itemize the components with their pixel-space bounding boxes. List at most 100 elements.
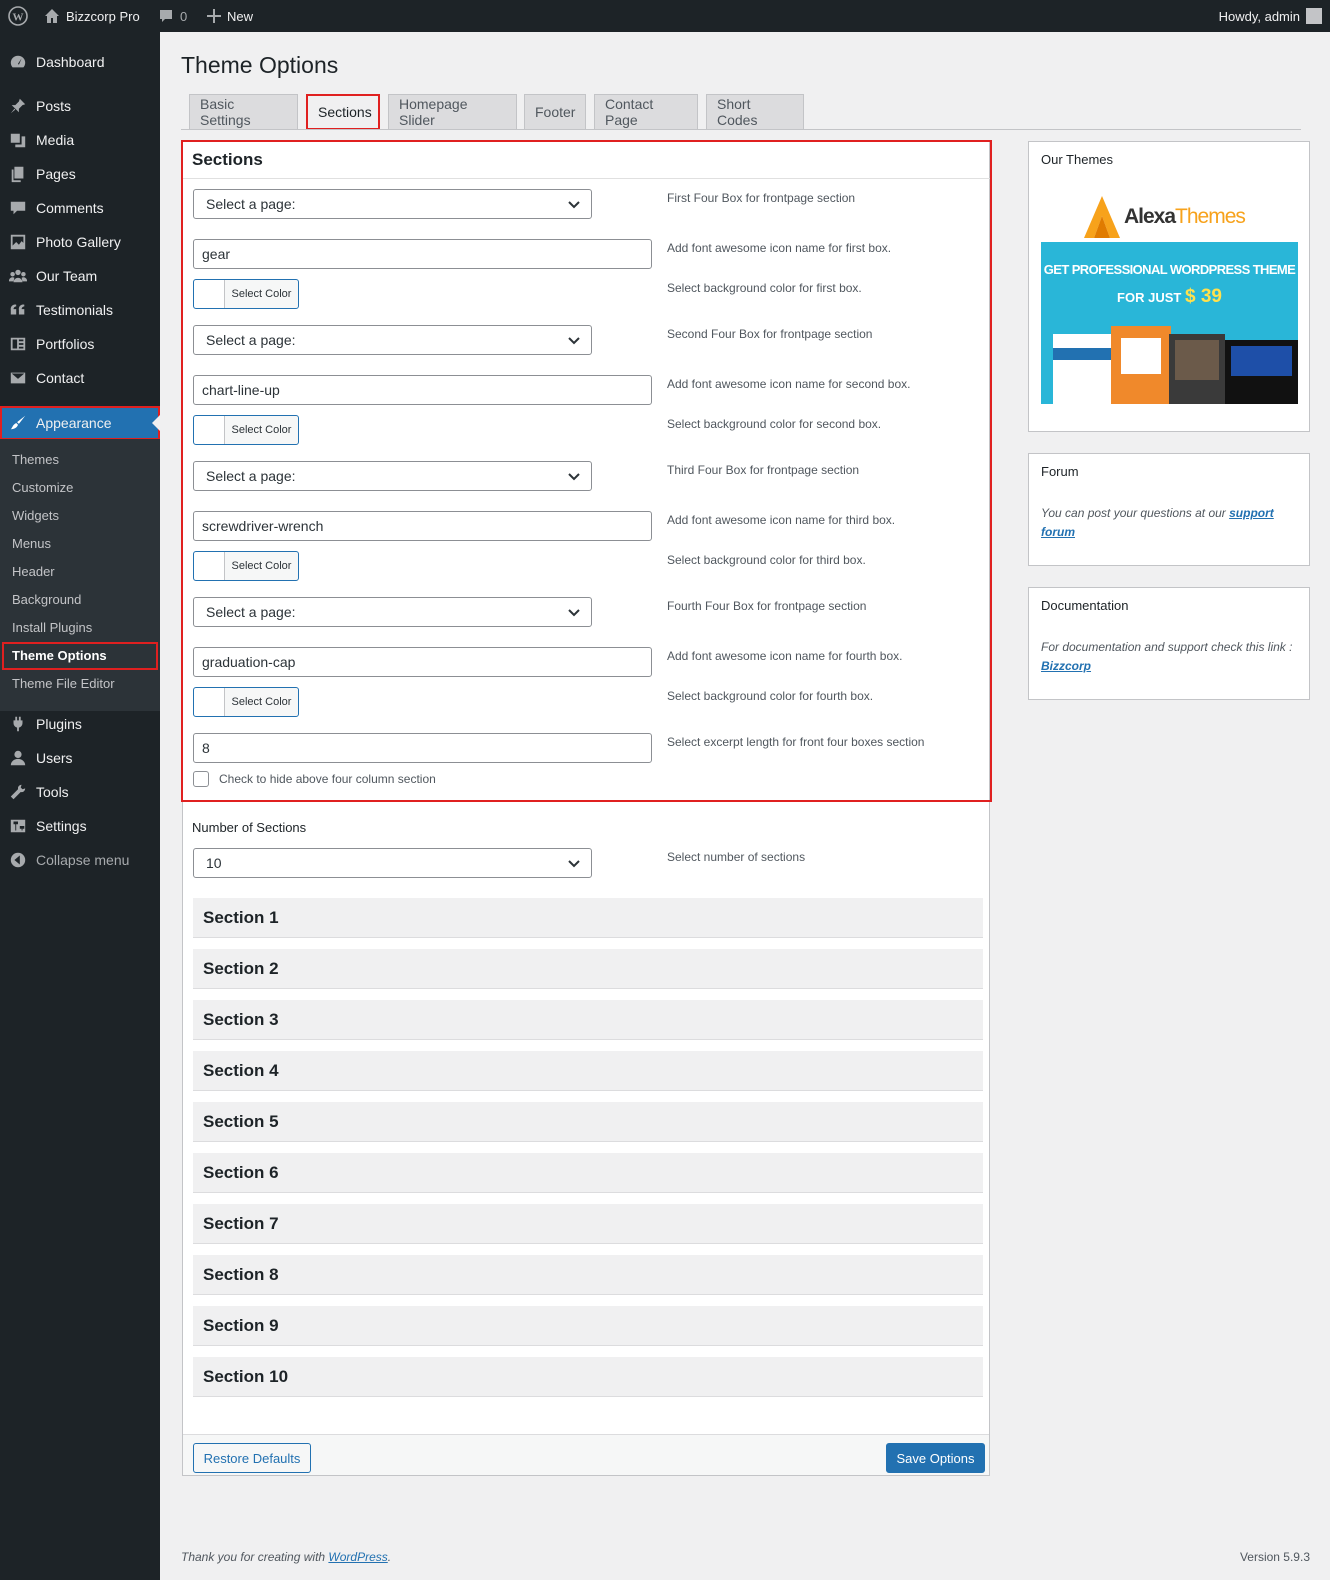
submenu-item-theme-file-editor[interactable]: Theme File Editor — [12, 674, 115, 694]
admin-bar: W Bizzcorp Pro 0 New Howdy, admin — [0, 0, 1330, 32]
envelope-icon — [0, 369, 36, 387]
tab-short-codes[interactable]: Short Codes — [706, 94, 804, 130]
footer-thankyou: Thank you for creating with WordPress. — [181, 1550, 391, 1564]
excerpt-length-input[interactable]: 8 — [193, 733, 652, 763]
tab-contact-page[interactable]: Contact Page — [594, 94, 698, 130]
sidebar-item-label: Photo Gallery — [36, 234, 121, 250]
logo-text-b: Themes — [1175, 205, 1246, 228]
sidebar-item-plugins[interactable]: Plugins — [0, 707, 160, 741]
first-box-page-select[interactable]: Select a page: — [193, 189, 592, 219]
sidebar-item-media[interactable]: Media — [0, 123, 160, 157]
second-box-color-button[interactable]: Select Color — [193, 415, 299, 445]
restore-defaults-button[interactable]: Restore Defaults — [193, 1443, 311, 1473]
first-box-icon-input[interactable]: gear — [193, 239, 652, 269]
sidebar-item-portfolios[interactable]: Portfolios — [0, 327, 160, 361]
number-of-sections-select[interactable]: 10 — [193, 848, 592, 878]
sidebar-item-dashboard[interactable]: Dashboard — [0, 45, 160, 79]
sidebar-item-users[interactable]: Users — [0, 741, 160, 775]
third-box-icon-input[interactable]: screwdriver-wrench — [193, 511, 652, 541]
forum-text: You can post your questions at our suppo… — [1041, 504, 1297, 542]
forum-widget: Forum You can post your questions at our… — [1028, 453, 1310, 566]
new-content-link[interactable]: New — [207, 0, 253, 32]
site-name-link[interactable]: Bizzcorp Pro — [44, 0, 140, 32]
sidebar-item-label: Settings — [36, 818, 87, 834]
alexathemes-logo[interactable]: Alexa Themes — [1084, 196, 1246, 238]
bizzcorp-link[interactable]: Bizzcorp — [1041, 659, 1091, 673]
third-box-page-select[interactable]: Select a page: — [193, 461, 592, 491]
section-header-8[interactable]: Section 8 — [193, 1255, 983, 1295]
section-header-9[interactable]: Section 9 — [193, 1306, 983, 1346]
submenu-item-theme-options[interactable]: Theme Options — [2, 642, 158, 670]
wordpress-link[interactable]: WordPress — [328, 1550, 387, 1564]
section-header-3[interactable]: Section 3 — [193, 1000, 983, 1040]
hide-four-column-checkbox[interactable] — [193, 771, 209, 787]
svg-text:W: W — [13, 12, 24, 24]
fourth-box-icon-input[interactable]: graduation-cap — [193, 647, 652, 677]
banner-subline: FOR JUST $ 39 — [1041, 286, 1298, 308]
sidebar-item-appearance[interactable]: Appearance — [0, 406, 160, 440]
collapse-menu-button[interactable]: Collapse menu — [0, 843, 160, 877]
sidebar-item-tools[interactable]: Tools — [0, 775, 160, 809]
tab-basic-settings[interactable]: Basic Settings — [189, 94, 298, 130]
section-header-5[interactable]: Section 5 — [193, 1102, 983, 1142]
color-swatch — [194, 416, 225, 444]
tab-homepage-slider[interactable]: Homepage Slider — [388, 94, 517, 130]
second-box-icon-input[interactable]: chart-line-up — [193, 375, 652, 405]
wordpress-logo-icon[interactable]: W — [8, 0, 28, 32]
submenu-item-customize[interactable]: Customize — [12, 478, 73, 498]
submenu-item-install-plugins[interactable]: Install Plugins — [12, 618, 92, 638]
fourth-box-color-button[interactable]: Select Color — [193, 687, 299, 717]
sidebar-item-testimonials[interactable]: Testimonials — [0, 293, 160, 327]
banner-headline: GET PROFESSIONAL WORDPRESS THEME — [1043, 262, 1296, 277]
submenu-item-header[interactable]: Header — [12, 562, 55, 582]
tab-footer[interactable]: Footer — [524, 94, 586, 130]
third-box-color-button[interactable]: Select Color — [193, 551, 299, 581]
sidebar-item-settings[interactable]: Settings — [0, 809, 160, 843]
third-box-color-desc: Select background color for third box. — [667, 553, 866, 567]
color-button-label: Select Color — [231, 696, 292, 708]
submenu-item-widgets[interactable]: Widgets — [12, 506, 59, 526]
color-button-label: Select Color — [231, 288, 292, 300]
number-of-sections-desc: Select number of sections — [667, 850, 806, 864]
sidebar-item-label: Our Team — [36, 268, 98, 284]
submenu-item-themes[interactable]: Themes — [12, 450, 59, 470]
greeting: Howdy, admin — [1218, 8, 1300, 24]
first-box-page-desc: First Four Box for frontpage section — [667, 191, 856, 205]
section-header-1[interactable]: Section 1 — [193, 898, 983, 938]
sidebar-item-our-team[interactable]: Our Team — [0, 259, 160, 293]
fourth-box-page-select[interactable]: Select a page: — [193, 597, 592, 627]
portfolio-icon — [0, 335, 36, 353]
section-header-4[interactable]: Section 4 — [193, 1051, 983, 1091]
section-header-10[interactable]: Section 10 — [193, 1357, 983, 1397]
our-themes-widget: Our Themes Alexa Themes GET PROFESSIONAL … — [1028, 141, 1310, 432]
pages-icon — [0, 165, 36, 183]
section-header-6[interactable]: Section 6 — [193, 1153, 983, 1193]
third-box-icon-desc: Add font awesome icon name for third box… — [667, 513, 896, 527]
my-account-link[interactable]: Howdy, admin — [1219, 0, 1322, 32]
third-box-page-desc: Third Four Box for frontpage section — [667, 463, 860, 477]
section-header-2[interactable]: Section 2 — [193, 949, 983, 989]
section-header-7[interactable]: Section 7 — [193, 1204, 983, 1244]
sidebar-item-photo-gallery[interactable]: Photo Gallery — [0, 225, 160, 259]
fourth-box-icon-desc: Add font awesome icon name for fourth bo… — [667, 649, 903, 663]
quote-icon — [0, 301, 36, 319]
sidebar-item-comments[interactable]: Comments — [0, 191, 160, 225]
fourth-box-color-desc: Select background color for fourth box. — [667, 689, 874, 703]
first-box-color-button[interactable]: Select Color — [193, 279, 299, 309]
tab-sections[interactable]: Sections — [306, 94, 380, 130]
promo-banner[interactable]: GET PROFESSIONAL WORDPRESS THEME FOR JUS… — [1041, 242, 1298, 404]
comments-link[interactable]: 0 — [158, 0, 187, 32]
second-box-page-select[interactable]: Select a page: — [193, 325, 592, 355]
banner-for-just: FOR JUST — [1117, 290, 1182, 305]
logo-text-a: Alexa — [1124, 205, 1176, 228]
avatar — [1306, 8, 1322, 24]
submenu-item-background[interactable]: Background — [12, 590, 81, 610]
plus-icon — [207, 9, 221, 23]
user-icon — [0, 749, 36, 767]
sidebar-item-posts[interactable]: Posts — [0, 89, 160, 123]
sidebar-item-contact[interactable]: Contact — [0, 361, 160, 395]
submenu-item-menus[interactable]: Menus — [12, 534, 51, 554]
sidebar-item-pages[interactable]: Pages — [0, 157, 160, 191]
save-options-button[interactable]: Save Options — [886, 1443, 985, 1473]
color-swatch — [194, 280, 225, 308]
